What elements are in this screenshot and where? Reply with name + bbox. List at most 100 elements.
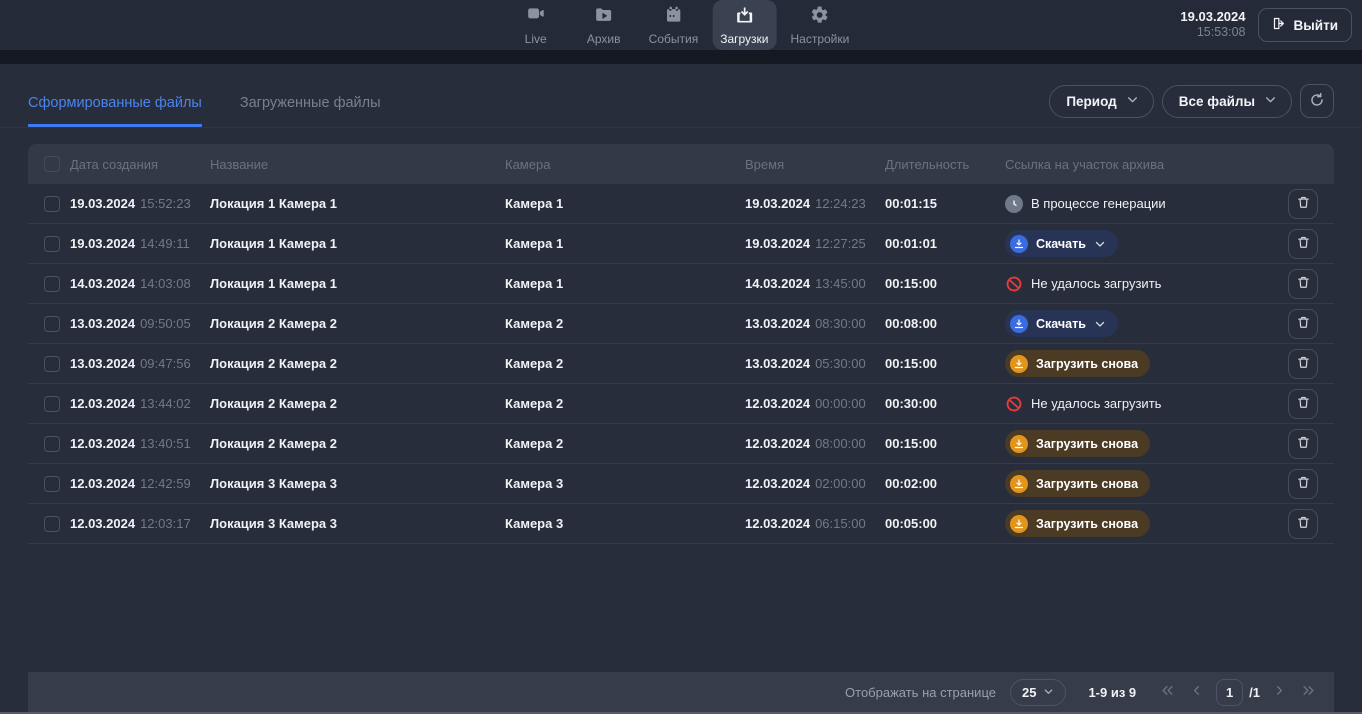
row-checkbox[interactable] [44, 356, 60, 372]
current-date: 19.03.2024 [1180, 9, 1245, 25]
delete-button[interactable] [1288, 469, 1318, 499]
cell-date-created: 12.03.202412:03:17 [70, 516, 210, 531]
first-page-icon [1160, 683, 1175, 701]
cell-archive-link: В процессе генерации [1005, 195, 1272, 213]
top-bar: Live Архив События Загрузки [0, 0, 1362, 50]
nav-label: Архив [587, 33, 621, 45]
status-label: Не удалось загрузить [1031, 276, 1161, 291]
cell-time: 19.03.202412:24:23 [745, 196, 885, 211]
retry-download-button[interactable]: Загрузить снова [1005, 350, 1150, 377]
file-type-filter-label: Все файлы [1179, 94, 1255, 109]
trash-icon [1296, 275, 1311, 293]
cell-name: Локация 2 Камера 2 [210, 356, 505, 371]
cell-time: 12.03.202406:15:00 [745, 516, 885, 531]
cell-time: 12.03.202402:00:00 [745, 476, 885, 491]
tabs-row: Сформированные файлы Загруженные файлы П… [0, 64, 1362, 128]
tabs: Сформированные файлы Загруженные файлы [28, 95, 381, 127]
trash-icon [1296, 395, 1311, 413]
datetime: 19.03.2024 15:53:08 [1180, 9, 1245, 41]
calendar-icon [663, 5, 683, 30]
status-failed: Не удалось загрузить [1005, 275, 1161, 293]
cell-duration: 00:15:00 [885, 356, 1005, 371]
download-circle-icon [1010, 235, 1028, 253]
nav-item-archive[interactable]: Архив [573, 0, 635, 50]
last-page-icon [1301, 683, 1316, 701]
download-button[interactable]: Скачать [1005, 230, 1118, 257]
cell-date-created: 13.03.202409:50:05 [70, 316, 210, 331]
row-checkbox[interactable] [44, 476, 60, 492]
delete-button[interactable] [1288, 349, 1318, 379]
page-size-select[interactable]: 25 [1010, 679, 1066, 706]
download-tray-icon [734, 5, 754, 30]
gear-icon [810, 5, 830, 30]
pagination-controls: 1 /1 [1158, 679, 1318, 706]
cell-camera: Камера 1 [505, 276, 745, 291]
download-circle-icon [1010, 355, 1028, 373]
cell-archive-link: Не удалось загрузить [1005, 395, 1272, 413]
cell-time: 13.03.202408:30:00 [745, 316, 885, 331]
blocked-icon [1005, 395, 1023, 413]
delete-button[interactable] [1288, 269, 1318, 299]
row-checkbox[interactable] [44, 276, 60, 292]
refresh-button[interactable] [1300, 84, 1334, 118]
retry-download-button[interactable]: Загрузить снова [1005, 430, 1150, 457]
row-checkbox[interactable] [44, 316, 60, 332]
table-row: 12.03.202413:44:02Локация 2 Камера 2Каме… [28, 384, 1334, 424]
cell-time: 12.03.202400:00:00 [745, 396, 885, 411]
cell-camera: Камера 2 [505, 356, 745, 371]
total-pages-label: /1 [1249, 685, 1260, 700]
nav-label: События [649, 33, 699, 45]
nav-item-events[interactable]: События [641, 0, 707, 50]
delete-button[interactable] [1288, 429, 1318, 459]
row-checkbox[interactable] [44, 196, 60, 212]
cell-camera: Камера 2 [505, 316, 745, 331]
tab-uploaded-files[interactable]: Загруженные файлы [240, 95, 381, 127]
next-page-button[interactable] [1270, 681, 1289, 703]
main-nav: Live Архив События Загрузки [505, 0, 858, 50]
cell-duration: 00:30:00 [885, 396, 1005, 411]
table-row: 13.03.202409:50:05Локация 2 Камера 2Каме… [28, 304, 1334, 344]
cell-archive-link: Не удалось загрузить [1005, 275, 1272, 293]
chevron-down-icon [1043, 685, 1054, 700]
status-failed: Не удалось загрузить [1005, 395, 1161, 413]
download-circle-icon [1010, 315, 1028, 333]
row-checkbox[interactable] [44, 236, 60, 252]
table-row: 19.03.202415:52:23Локация 1 Камера 1Каме… [28, 184, 1334, 224]
cell-date-created: 14.03.202414:03:08 [70, 276, 210, 291]
file-type-filter-button[interactable]: Все файлы [1162, 85, 1292, 118]
retry-download-button[interactable]: Загрузить снова [1005, 510, 1150, 537]
cell-camera: Камера 3 [505, 476, 745, 491]
clock-icon [1005, 195, 1023, 213]
blocked-icon [1005, 275, 1023, 293]
cell-duration: 00:02:00 [885, 476, 1005, 491]
col-header-date-created: Дата создания [70, 157, 210, 172]
row-checkbox[interactable] [44, 396, 60, 412]
delete-button[interactable] [1288, 229, 1318, 259]
retry-download-button[interactable]: Загрузить снова [1005, 470, 1150, 497]
first-page-button[interactable] [1158, 681, 1177, 703]
delete-button[interactable] [1288, 509, 1318, 539]
download-circle-icon [1010, 515, 1028, 533]
delete-button[interactable] [1288, 189, 1318, 219]
tab-generated-files[interactable]: Сформированные файлы [28, 95, 202, 127]
select-all-checkbox[interactable] [44, 156, 60, 172]
current-page-input[interactable]: 1 [1216, 679, 1243, 706]
cell-name: Локация 3 Камера 3 [210, 516, 505, 531]
row-checkbox[interactable] [44, 436, 60, 452]
nav-label: Live [525, 33, 547, 45]
last-page-button[interactable] [1299, 681, 1318, 703]
delete-button[interactable] [1288, 389, 1318, 419]
cell-camera: Камера 2 [505, 436, 745, 451]
downloads-table: Дата создания Название Камера Время Длит… [28, 144, 1334, 544]
top-right: 19.03.2024 15:53:08 Выйти [1180, 0, 1352, 50]
nav-item-live[interactable]: Live [505, 0, 567, 50]
prev-page-button[interactable] [1187, 681, 1206, 703]
download-button[interactable]: Скачать [1005, 310, 1118, 337]
nav-item-downloads[interactable]: Загрузки [712, 0, 776, 50]
row-checkbox[interactable] [44, 516, 60, 532]
cell-date-created: 19.03.202415:52:23 [70, 196, 210, 211]
nav-item-settings[interactable]: Настройки [783, 0, 858, 50]
logout-button[interactable]: Выйти [1258, 8, 1353, 42]
delete-button[interactable] [1288, 309, 1318, 339]
period-filter-button[interactable]: Период [1049, 85, 1153, 118]
